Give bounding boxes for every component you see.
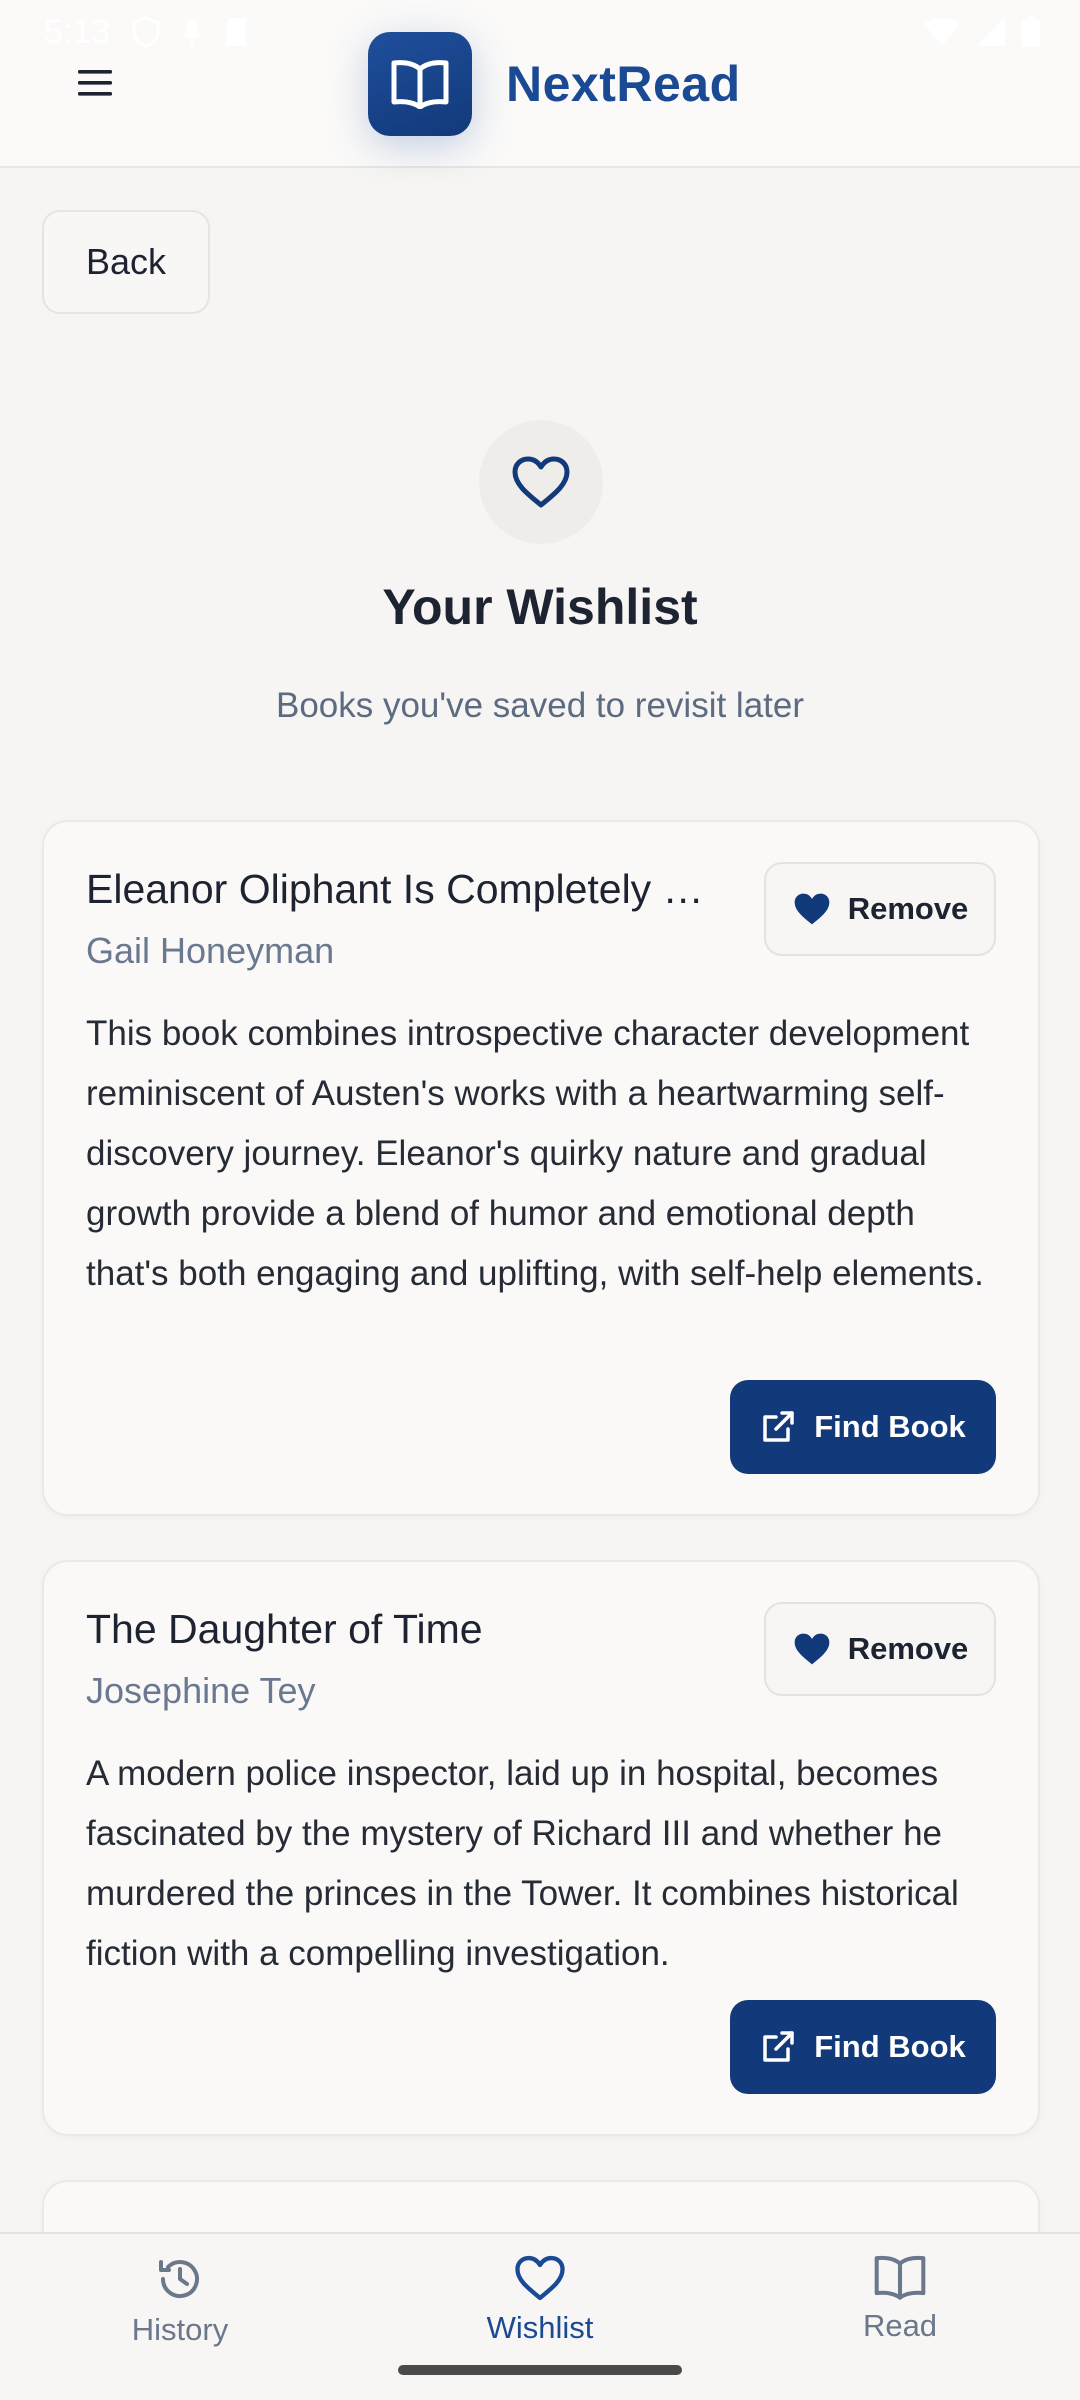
book-title: Eleanor Oliphant Is Completely Fine — [86, 866, 726, 912]
history-icon — [159, 2260, 199, 2299]
battery-icon — [1022, 17, 1040, 47]
book-card: The Daughter of Time Josephine Tey Remov… — [42, 1560, 1040, 2136]
menu-icon — [78, 70, 112, 96]
microphone-icon — [182, 19, 202, 45]
book-title: The Daughter of Time — [86, 1606, 483, 1652]
heart-filled-icon — [794, 1633, 830, 1665]
remove-label: Remove — [847, 891, 969, 926]
heart-filled-icon — [794, 893, 830, 925]
find-book-button[interactable]: Find Book — [730, 1380, 996, 1474]
book-description: This book combines introspective charact… — [86, 1014, 984, 1293]
nav-label-read: Read — [862, 2308, 938, 2343]
remove-button[interactable]: Remove — [764, 1602, 996, 1696]
menu-button[interactable] — [62, 60, 128, 106]
nav-label-wishlist: Wishlist — [486, 2310, 594, 2345]
status-time: 5:13 — [44, 12, 111, 51]
signal-icon — [977, 18, 1005, 46]
status-bar: 5:13 — [0, 0, 1080, 64]
find-book-label: Find Book — [814, 2029, 966, 2064]
external-link-icon — [763, 2031, 794, 2062]
shield-icon — [132, 16, 160, 48]
find-book-button[interactable]: Find Book — [730, 2000, 996, 2094]
page-subtitle: Books you've saved to revisit later — [275, 686, 805, 725]
nav-label-history: History — [131, 2312, 229, 2347]
find-book-label: Find Book — [814, 1409, 966, 1444]
heart-outline-icon — [512, 456, 570, 508]
nav-item-read[interactable]: Read — [770, 2254, 1030, 2344]
book-author: Josephine Tey — [86, 1670, 316, 1711]
hero-heart-badge — [479, 420, 603, 544]
wifi-icon — [924, 18, 960, 46]
remove-button[interactable]: Remove — [764, 862, 996, 956]
home-indicator[interactable] — [398, 2365, 682, 2375]
page-title: Your Wishlist — [382, 579, 698, 635]
heart-icon — [515, 2255, 565, 2301]
book-open-icon — [874, 2255, 926, 2300]
external-link-icon — [763, 1411, 794, 1442]
nav-item-history[interactable]: History — [50, 2254, 310, 2348]
book-description: A modern police inspector, laid up in ho… — [86, 1754, 959, 1973]
nav-item-wishlist[interactable]: Wishlist — [410, 2254, 670, 2346]
book-card: Eleanor Oliphant Is Completely Fine Gail… — [42, 820, 1040, 1516]
sd-card-icon — [226, 18, 247, 46]
remove-label: Remove — [847, 1631, 969, 1666]
book-author: Gail Honeyman — [86, 930, 335, 971]
back-button[interactable]: Back — [42, 210, 210, 314]
